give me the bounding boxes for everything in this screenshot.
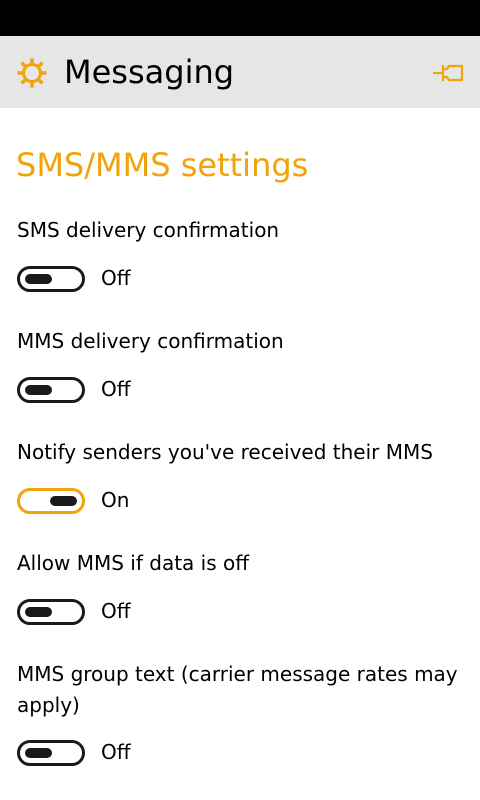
toggle-thumb bbox=[25, 274, 52, 284]
setting-label-notify-senders-mms: Notify senders you've received their MMS bbox=[17, 440, 433, 464]
gear-icon bbox=[17, 58, 47, 88]
toggle-thumb bbox=[50, 496, 77, 506]
toggle-thumb bbox=[25, 748, 52, 758]
toggle-thumb bbox=[25, 385, 52, 395]
section-title: SMS/MMS settings bbox=[16, 146, 309, 184]
toggle-track bbox=[17, 266, 85, 292]
setting-label-mms-group-text: MMS group text (carrier message rates ma… bbox=[17, 662, 458, 717]
toggle-track bbox=[17, 377, 85, 403]
toggle-allow-mms-data-off[interactable]: Off bbox=[17, 599, 177, 625]
pin-button[interactable] bbox=[428, 58, 468, 88]
status-bar bbox=[0, 0, 480, 36]
toggle-track bbox=[17, 488, 85, 514]
toggle-state-label: On bbox=[101, 488, 130, 512]
toggle-thumb bbox=[25, 607, 52, 617]
toggle-state-label: Off bbox=[101, 377, 131, 401]
toggle-sms-delivery-confirmation[interactable]: Off bbox=[17, 266, 177, 292]
toggle-mms-delivery-confirmation[interactable]: Off bbox=[17, 377, 177, 403]
toggle-notify-senders-mms[interactable]: On bbox=[17, 488, 177, 514]
toggle-mms-group-text[interactable]: Off bbox=[17, 740, 177, 766]
setting-label-sms-delivery-confirmation: SMS delivery confirmation bbox=[17, 218, 280, 242]
toggle-state-label: Off bbox=[101, 266, 131, 290]
toggle-state-label: Off bbox=[101, 599, 131, 623]
setting-label-mms-delivery-confirmation: MMS delivery confirmation bbox=[17, 329, 284, 353]
app-title: Messaging bbox=[64, 53, 235, 91]
app-header: Messaging bbox=[0, 36, 480, 108]
toggle-state-label: Off bbox=[101, 740, 131, 764]
pin-icon bbox=[433, 64, 464, 82]
setting-label-allow-mms-data-off: Allow MMS if data is off bbox=[17, 551, 250, 575]
toggle-track bbox=[17, 740, 85, 766]
toggle-track bbox=[17, 599, 85, 625]
